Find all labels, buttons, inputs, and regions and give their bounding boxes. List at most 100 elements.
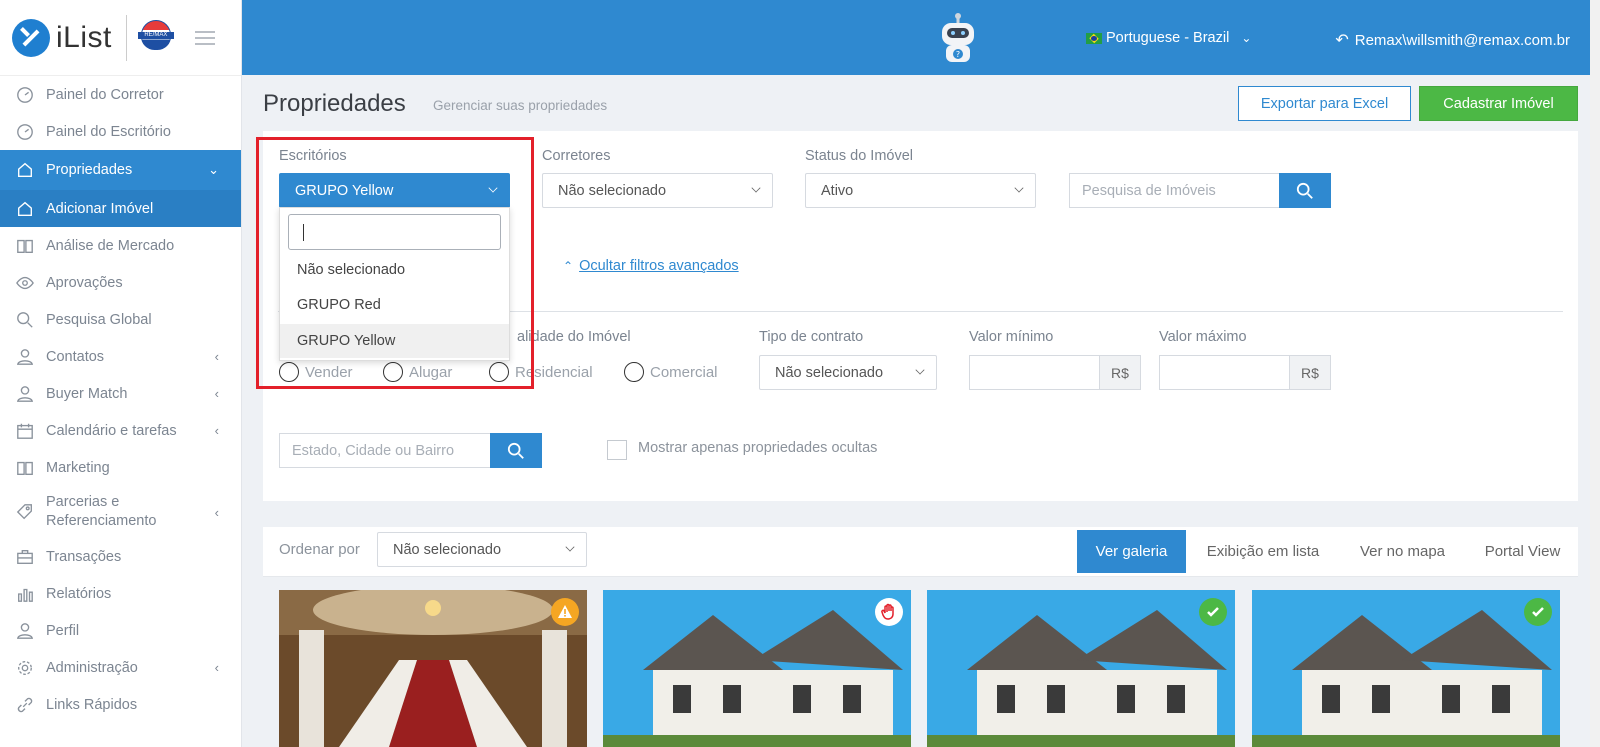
search-icon bbox=[507, 442, 524, 459]
property-search-placeholder: Pesquisa de Imóveis bbox=[1082, 182, 1216, 199]
status-select[interactable]: Ativo bbox=[805, 173, 1036, 208]
brokers-select[interactable]: Não selecionado bbox=[542, 173, 773, 208]
book-icon bbox=[16, 237, 34, 255]
page-title: Propriedades bbox=[263, 90, 406, 117]
robot-assistant-icon[interactable]: ? bbox=[936, 12, 980, 66]
sidebar-item-aprovacoes[interactable]: Aprovações bbox=[0, 264, 241, 301]
brokers-select-value: Não selecionado bbox=[558, 182, 667, 199]
property-card[interactable] bbox=[927, 590, 1235, 747]
sidebar-item-parcerias[interactable]: Parcerias e Referenciamento ‹ bbox=[0, 486, 241, 538]
contract-label: Tipo de contrato bbox=[759, 329, 864, 345]
radio-commercial-label: Comercial bbox=[650, 363, 718, 381]
add-property-button[interactable]: Cadastrar Imóvel bbox=[1419, 86, 1578, 121]
menu-toggle-icon[interactable] bbox=[194, 27, 215, 49]
portal-view-button[interactable]: Portal View bbox=[1471, 530, 1574, 573]
sidebar-item-adicionar-imovel[interactable]: Adicionar Imóvel bbox=[0, 190, 241, 227]
sidebar-item-label: Painel do Escritório bbox=[46, 123, 171, 140]
sort-select[interactable]: Não selecionado bbox=[377, 532, 587, 567]
sidebar-item-contatos[interactable]: Contatos ‹ bbox=[0, 338, 241, 375]
calendar-icon bbox=[16, 422, 34, 440]
reply-arrow-icon: ↶ bbox=[1335, 32, 1349, 49]
property-card[interactable] bbox=[603, 590, 911, 747]
view-map-button[interactable]: Ver no mapa bbox=[1340, 530, 1465, 573]
chevron-left-icon: ‹ bbox=[214, 660, 219, 675]
chevron-left-icon: ‹ bbox=[214, 423, 219, 438]
property-image bbox=[603, 590, 911, 747]
property-card[interactable] bbox=[1252, 590, 1560, 747]
sidebar-item-buyer-match[interactable]: Buyer Match ‹ bbox=[0, 375, 241, 412]
sidebar-item-painel-corretor[interactable]: Painel do Corretor bbox=[0, 76, 241, 113]
top-bar: ? Portuguese - Brazil ⌄ ↶ Remax\willsmit… bbox=[242, 0, 1600, 75]
brazil-flag-icon bbox=[1086, 32, 1102, 44]
property-search-button[interactable] bbox=[1279, 173, 1331, 208]
logo-area: iList RE/MAX bbox=[0, 0, 241, 76]
sidebar-item-label: Calendário e tarefas bbox=[46, 422, 177, 439]
user-menu[interactable]: ↶ Remax\willsmith@remax.com.br bbox=[1335, 30, 1570, 50]
sidebar-item-calendario[interactable]: Calendário e tarefas ‹ bbox=[0, 412, 241, 449]
language-selector[interactable]: Portuguese - Brazil ⌄ bbox=[1086, 30, 1251, 46]
min-value-label: Valor mínimo bbox=[969, 329, 1054, 345]
sidebar-item-analise-mercado[interactable]: Análise de Mercado bbox=[0, 227, 241, 264]
sort-label: Ordenar por bbox=[279, 541, 360, 558]
language-label: Portuguese - Brazil bbox=[1106, 30, 1230, 46]
brokers-label: Corretores bbox=[542, 148, 611, 164]
sidebar-item-pesquisa-global[interactable]: Pesquisa Global bbox=[0, 301, 241, 338]
chevron-down-icon bbox=[1014, 183, 1024, 193]
search-icon bbox=[1296, 182, 1313, 199]
sidebar-item-label: Propriedades bbox=[46, 162, 133, 178]
sidebar-item-label: Buyer Match bbox=[46, 385, 128, 402]
hidden-only-checkbox[interactable] bbox=[607, 440, 627, 460]
contract-select[interactable]: Não selecionado bbox=[759, 355, 937, 390]
location-input[interactable]: Estado, Cidade ou Bairro bbox=[279, 433, 491, 468]
svg-text:?: ? bbox=[956, 50, 960, 59]
remax-logo-text: RE/MAX bbox=[137, 31, 174, 39]
user-icon bbox=[16, 348, 34, 366]
chevron-down-icon: ⌄ bbox=[208, 162, 219, 177]
advanced-filters-label: Ocultar filtros avançados bbox=[579, 258, 739, 274]
min-value-input[interactable] bbox=[969, 355, 1100, 390]
sidebar-item-transacoes[interactable]: Transações bbox=[0, 538, 241, 575]
sidebar-item-administracao[interactable]: Administração ‹ bbox=[0, 649, 241, 686]
property-image bbox=[927, 590, 1235, 747]
sidebar-item-propriedades[interactable]: Propriedades ⌄ bbox=[0, 150, 241, 190]
radio-commercial[interactable]: Comercial bbox=[624, 362, 718, 382]
home-icon bbox=[16, 161, 34, 179]
purpose-label: alidade do Imóvel bbox=[517, 329, 631, 345]
toggle-advanced-filters-link[interactable]: ⌃ Ocultar filtros avançados bbox=[563, 258, 739, 274]
sidebar-item-label: Marketing bbox=[46, 459, 110, 476]
sidebar-item-painel-escritorio[interactable]: Painel do Escritório bbox=[0, 113, 241, 150]
sidebar-item-links-rapidos[interactable]: Links Rápidos bbox=[0, 686, 241, 723]
annotation-highlight-box bbox=[256, 137, 534, 389]
sidebar-item-label: Administração bbox=[46, 659, 138, 676]
property-image bbox=[279, 590, 587, 747]
link-icon bbox=[16, 696, 34, 714]
sidebar-item-label: Perfil bbox=[46, 622, 80, 639]
max-value-input[interactable] bbox=[1159, 355, 1290, 390]
sidebar-item-perfil[interactable]: Perfil bbox=[0, 612, 241, 649]
property-search-input[interactable]: Pesquisa de Imóveis bbox=[1069, 173, 1280, 208]
max-value-label: Valor máximo bbox=[1159, 329, 1247, 345]
status-label: Status do Imóvel bbox=[805, 148, 913, 164]
sidebar-item-label: Análise de Mercado bbox=[46, 237, 175, 254]
ilist-logo-icon bbox=[12, 18, 50, 57]
warning-icon bbox=[551, 598, 579, 626]
sidebar-item-label: Pesquisa Global bbox=[46, 311, 152, 328]
remax-logo-icon: RE/MAX bbox=[137, 19, 174, 56]
location-search-button[interactable] bbox=[490, 433, 542, 468]
chevron-left-icon: ‹ bbox=[214, 504, 219, 520]
briefcase-icon bbox=[16, 548, 34, 566]
view-gallery-button[interactable]: Ver galeria bbox=[1077, 530, 1186, 573]
view-list-button[interactable]: Exibição em lista bbox=[1192, 530, 1334, 573]
export-excel-button[interactable]: Exportar para Excel bbox=[1238, 86, 1411, 121]
chevron-up-icon: ⌃ bbox=[563, 259, 574, 273]
sidebar-item-marketing[interactable]: Marketing bbox=[0, 449, 241, 486]
property-card[interactable] bbox=[279, 590, 587, 747]
contract-select-value: Não selecionado bbox=[775, 364, 884, 381]
page-scrollbar[interactable] bbox=[1590, 0, 1600, 747]
sort-select-value: Não selecionado bbox=[393, 541, 502, 558]
currency-addon: R$ bbox=[1099, 355, 1141, 390]
app-logo-text: iList bbox=[56, 20, 112, 54]
bar-chart-icon bbox=[16, 585, 34, 603]
sidebar-item-relatorios[interactable]: Relatórios bbox=[0, 575, 241, 612]
hand-stop-icon bbox=[875, 598, 903, 626]
